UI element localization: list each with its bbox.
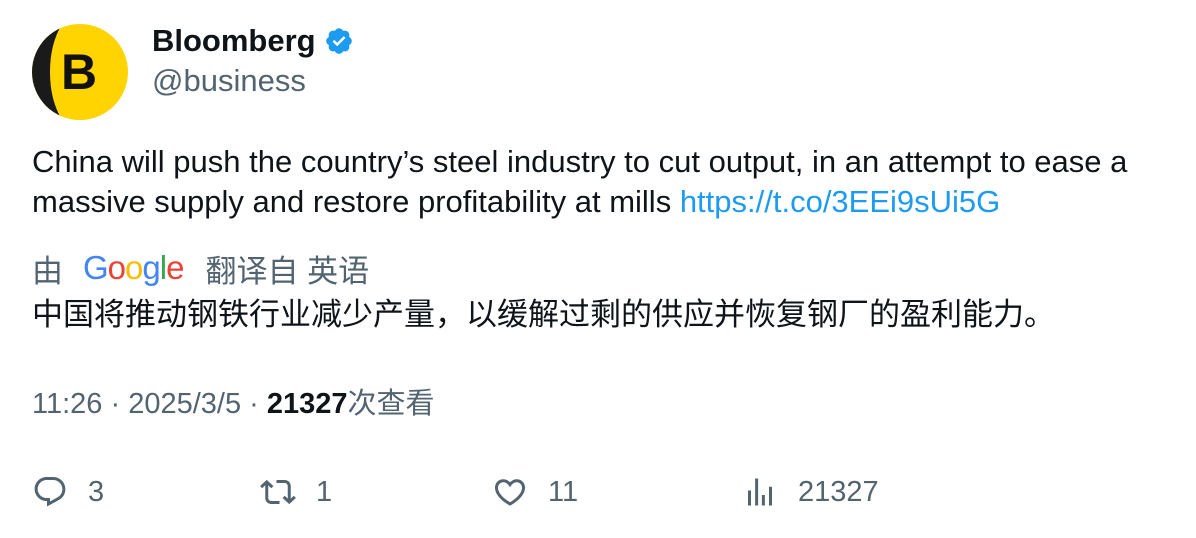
tweet-link[interactable]: https://t.co/3EEi9sUi5G [680, 184, 1000, 219]
tweet-text: China will push the country’s steel indu… [32, 142, 1172, 222]
translation-attribution: 由 Google 翻译自 英语 [32, 246, 369, 290]
avatar[interactable]: B [32, 24, 128, 120]
author-name[interactable]: Bloomberg [152, 22, 354, 60]
tweet-date[interactable]: 2025/3/5 [128, 388, 241, 420]
views-button[interactable]: 21327 [742, 470, 879, 514]
translated-text: 中国将推动钢铁行业减少产量，以缓解过剩的供应并恢复钢厂的盈利能力。 [32, 297, 1055, 332]
analytics-icon [748, 478, 772, 506]
avatar-letter: B [61, 44, 97, 100]
views-count: 21327 [266, 388, 348, 420]
author-handle[interactable]: @business [152, 62, 306, 100]
reply-icon [34, 477, 66, 507]
retweet-count: 1 [316, 475, 333, 508]
translation-prefix: 由 [32, 253, 63, 289]
retweet-button[interactable]: 1 [260, 470, 332, 514]
bloomberg-logo-icon: B [32, 24, 128, 120]
retweet-icon [260, 479, 296, 505]
action-bar: 3 1 11 21327 [32, 470, 1172, 514]
views-label: 次查看 [347, 388, 435, 420]
google-logo: Google [83, 249, 184, 286]
author-name-text: Bloomberg [152, 23, 316, 58]
views-action-count: 21327 [798, 475, 879, 508]
reply-button[interactable]: 3 [32, 470, 104, 514]
tweet-time[interactable]: 11:26 [32, 388, 102, 420]
translation-suffix: 翻译自 英语 [205, 253, 370, 289]
heart-icon [494, 479, 526, 506]
reply-count: 3 [88, 475, 105, 508]
tweet-meta: 11:26 · 2025/3/5 · 21327次查看 [32, 388, 435, 420]
verified-badge-icon [325, 28, 352, 54]
like-button[interactable]: 11 [492, 470, 578, 514]
like-count: 11 [548, 475, 579, 508]
